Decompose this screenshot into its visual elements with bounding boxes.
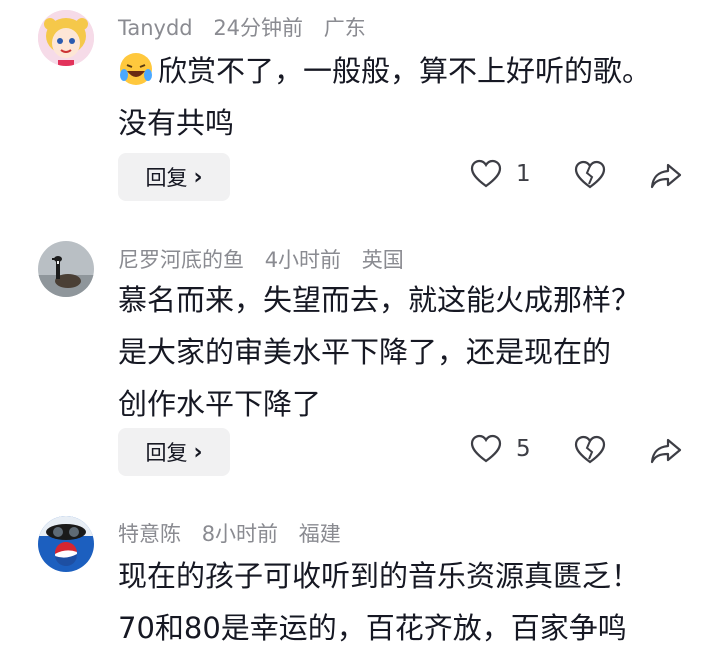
username[interactable]: 特意陈 (118, 522, 181, 546)
comment-meta: 尼罗河底的鱼 4小时前 英国 (118, 244, 418, 274)
timestamp: 24分钟前 (213, 16, 304, 40)
comment-text-line: 慕名而来，失望而去，就这能火成那样？ (118, 283, 641, 317)
broken-heart-icon[interactable] (574, 160, 606, 190)
avatar[interactable] (38, 10, 94, 66)
comment-text-line: 欣赏不了，一般般，算不上好听的歌。 (158, 54, 652, 88)
pepsi-avatar-icon (38, 516, 94, 572)
comment-text: 现在的孩子可收听到的音乐资源真匮乏！ 70和80是幸运的，百花齐放，百家争鸣 (118, 550, 708, 654)
comment-meta: Tanydd 24分钟前 广东 (118, 12, 380, 42)
comment-meta: 特意陈 8小时前 福建 (118, 518, 355, 548)
reply-label: 回复 (145, 166, 188, 190)
timestamp: 4小时前 (264, 248, 342, 272)
avatar[interactable] (38, 516, 94, 572)
comment-text-line: 70和80是幸运的，百花齐放，百家争鸣 (118, 611, 627, 645)
comment-text-line: 创作水平下降了 (118, 387, 322, 421)
share-arrow-icon[interactable] (650, 437, 682, 465)
comment-text-line: 没有共鸣 (118, 106, 235, 140)
chevron-right-icon: › (193, 439, 203, 465)
like-button[interactable]: 1 (470, 159, 531, 189)
laughing-crying-emoji-icon (120, 53, 152, 85)
location: 福建 (298, 522, 341, 546)
location: 英国 (361, 248, 404, 272)
username[interactable]: 尼罗河底的鱼 (118, 248, 244, 272)
username[interactable]: Tanydd (118, 16, 193, 40)
anime-avatar-icon (38, 10, 94, 66)
comment-text: 欣赏不了，一般般，算不上好听的歌。 没有共鸣 (118, 45, 708, 149)
chevron-right-icon: › (193, 164, 203, 190)
heart-icon (470, 434, 502, 463)
avatar[interactable] (38, 241, 94, 297)
broken-heart-icon[interactable] (574, 435, 606, 465)
reply-button[interactable]: 回复 › (118, 153, 230, 201)
like-button[interactable]: 5 (470, 434, 531, 464)
goose-avatar-icon (38, 241, 94, 297)
like-count: 5 (516, 436, 531, 462)
reply-button[interactable]: 回复 › (118, 428, 230, 476)
comment-actions: 5 (470, 434, 700, 474)
comment-actions: 1 (470, 159, 700, 199)
timestamp: 8小时前 (201, 522, 279, 546)
comment-text-line: 是大家的审美水平下降了，还是现在的 (118, 335, 612, 369)
heart-icon (470, 159, 502, 188)
like-count: 1 (516, 161, 531, 187)
reply-label: 回复 (145, 441, 188, 465)
comment-text-line: 现在的孩子可收听到的音乐资源真匮乏！ (118, 559, 641, 593)
comment-text: 慕名而来，失望而去，就这能火成那样？ 是大家的审美水平下降了，还是现在的 创作水… (118, 274, 708, 430)
location: 广东 (323, 16, 366, 40)
share-arrow-icon[interactable] (650, 162, 682, 190)
